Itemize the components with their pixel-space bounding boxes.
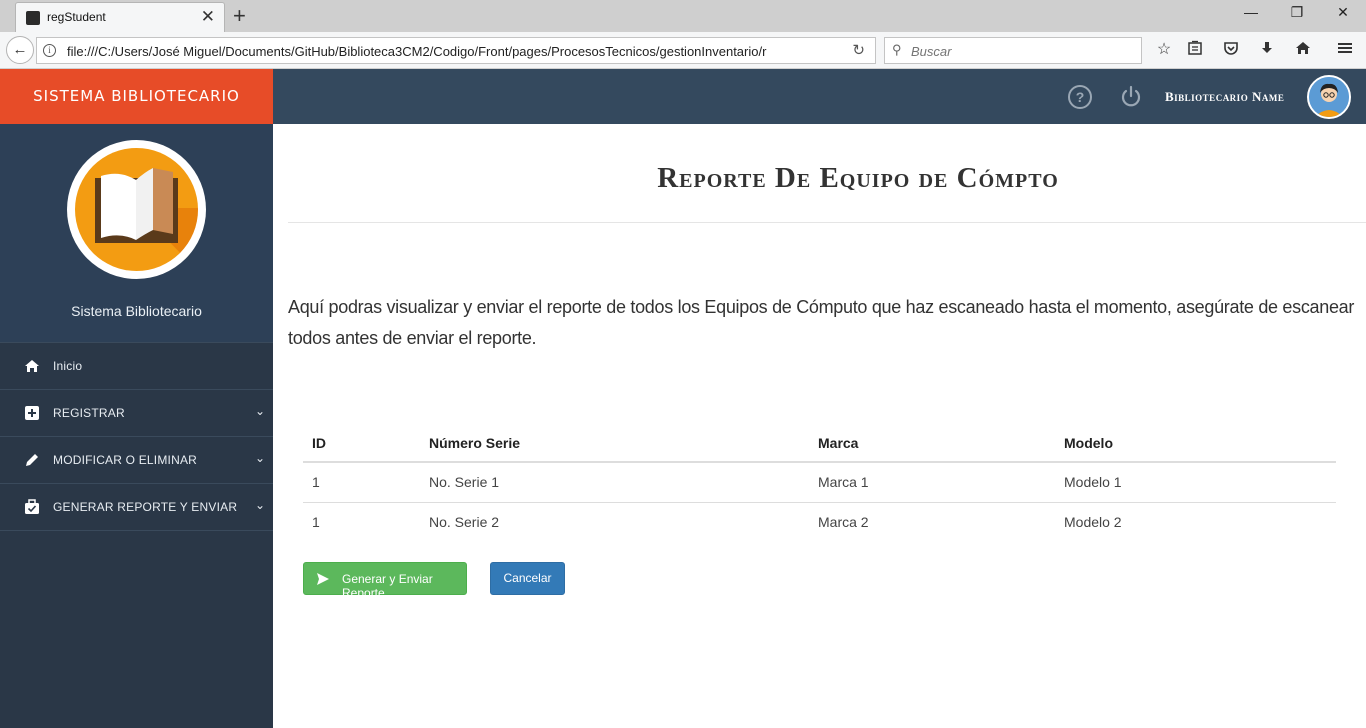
bookmark-star-icon[interactable]: ☆ [1154, 40, 1174, 60]
minimize-icon[interactable]: — [1228, 4, 1274, 26]
sidebar-profile: Sistema Bibliotecario [0, 124, 273, 342]
url-text[interactable]: file:///C:/Users/José Miguel/Documents/G… [67, 44, 847, 59]
search-input[interactable] [911, 41, 1131, 61]
table-cell: 1 [303, 462, 420, 503]
sidebar-item-label: Inicio [53, 359, 83, 373]
chevron-down-icon: ⌄ [254, 451, 265, 465]
table-cell: Modelo 2 [1064, 514, 1122, 531]
sidebar-item-registrar[interactable]: REGISTRAR ⌄ [0, 389, 273, 436]
browser-tab-bar: regStudent ✕ + — ❐ ✕ [0, 0, 1366, 32]
hamburger-menu-icon[interactable] [1335, 40, 1355, 60]
chevron-down-icon: ⌄ [254, 404, 265, 418]
download-icon[interactable] [1257, 40, 1277, 60]
page-title: Reporte De Equipo de Cómpto [657, 162, 1059, 194]
tab-title: regStudent [47, 10, 106, 24]
brand-title[interactable]: SISTEMA BIBLIOTECARIO [0, 69, 273, 124]
table-row: 1 No. Serie 1 Marca 1 Modelo 1 [303, 462, 1336, 503]
main-content: Reporte De Equipo de Cómpto Aquí podras … [273, 124, 1366, 728]
table-cell: No. Serie 1 [420, 462, 809, 503]
chevron-down-icon: ⌄ [254, 498, 265, 512]
search-icon: ⚲ [892, 42, 902, 57]
page-description: Aquí podras visualizar y enviar el repor… [288, 297, 1355, 348]
pencil-icon [26, 454, 38, 466]
book-logo-icon [67, 140, 206, 279]
table-row: 1 No. Serie 2 Marca 2 Modelo 2 [303, 502, 1336, 542]
url-bar[interactable]: i file:///C:/Users/José Miguel/Documents… [36, 37, 876, 64]
avatar[interactable] [1307, 75, 1351, 119]
info-icon[interactable]: i [43, 44, 56, 57]
reading-list-icon[interactable] [1185, 40, 1205, 60]
sidebar: Sistema Bibliotecario Inicio REGISTRAR ⌄… [0, 124, 273, 728]
search-bar[interactable]: ⚲ [884, 37, 1142, 64]
power-icon[interactable] [1118, 84, 1144, 110]
table-cell: No. Serie 2 [429, 514, 500, 531]
sidebar-item-reporte[interactable]: GENERAR REPORTE Y ENVIAR ⌄ [0, 483, 273, 531]
report-table: ID Número Serie Marca Modelo 1 No. Serie… [303, 425, 1336, 542]
help-icon[interactable]: ? [1068, 85, 1092, 109]
user-name[interactable]: Bibliotecario Name [1165, 89, 1284, 105]
table-header-row: ID Número Serie Marca Modelo [303, 425, 1336, 463]
table-cell: Marca 1 [809, 462, 1055, 503]
column-header: ID [303, 425, 420, 463]
reload-icon[interactable]: ↻ [852, 41, 865, 59]
tab-close-icon[interactable]: ✕ [201, 7, 215, 27]
sidebar-item-inicio[interactable]: Inicio [0, 342, 273, 389]
send-icon [317, 573, 329, 585]
tab-favicon-icon [26, 11, 40, 25]
column-header: Número Serie [420, 425, 809, 463]
column-header: Marca [809, 425, 1055, 463]
send-button-label: Generar y Enviar Reporte [342, 572, 433, 600]
pocket-icon[interactable] [1221, 40, 1241, 60]
table-cell: 1 [312, 514, 320, 531]
new-tab-icon[interactable]: + [233, 3, 246, 29]
sidebar-item-label: MODIFICAR O ELIMINAR [53, 453, 198, 467]
cancel-button[interactable]: Cancelar [490, 562, 565, 595]
site-name: Sistema Bibliotecario [71, 303, 202, 319]
restore-icon[interactable]: ❐ [1274, 4, 1320, 26]
column-header: Modelo [1055, 425, 1336, 463]
plus-square-icon [25, 406, 39, 420]
briefcase-check-icon [25, 499, 39, 514]
divider [288, 222, 1366, 223]
table-cell: Modelo 1 [1055, 462, 1336, 503]
generate-send-report-button[interactable]: Generar y Enviar Reporte [303, 562, 467, 600]
window-close-icon[interactable]: ✕ [1320, 4, 1366, 26]
home-icon [25, 360, 39, 372]
top-bar: ? Bibliotecario Name [273, 69, 1366, 124]
browser-navbar: ← i file:///C:/Users/José Miguel/Documen… [0, 32, 1366, 69]
table-cell: Marca 2 [818, 514, 869, 531]
sidebar-item-modificar[interactable]: MODIFICAR O ELIMINAR ⌄ [0, 436, 273, 483]
browser-tab[interactable]: regStudent ✕ [15, 2, 225, 32]
home-browser-icon[interactable] [1293, 40, 1313, 60]
sidebar-item-label: REGISTRAR [53, 406, 125, 420]
sidebar-item-label: GENERAR REPORTE Y ENVIAR [53, 500, 238, 514]
app: SISTEMA BIBLIOTECARIO ? Bibliotecario Na… [0, 69, 1366, 728]
back-arrow-icon[interactable]: ← [6, 36, 34, 64]
